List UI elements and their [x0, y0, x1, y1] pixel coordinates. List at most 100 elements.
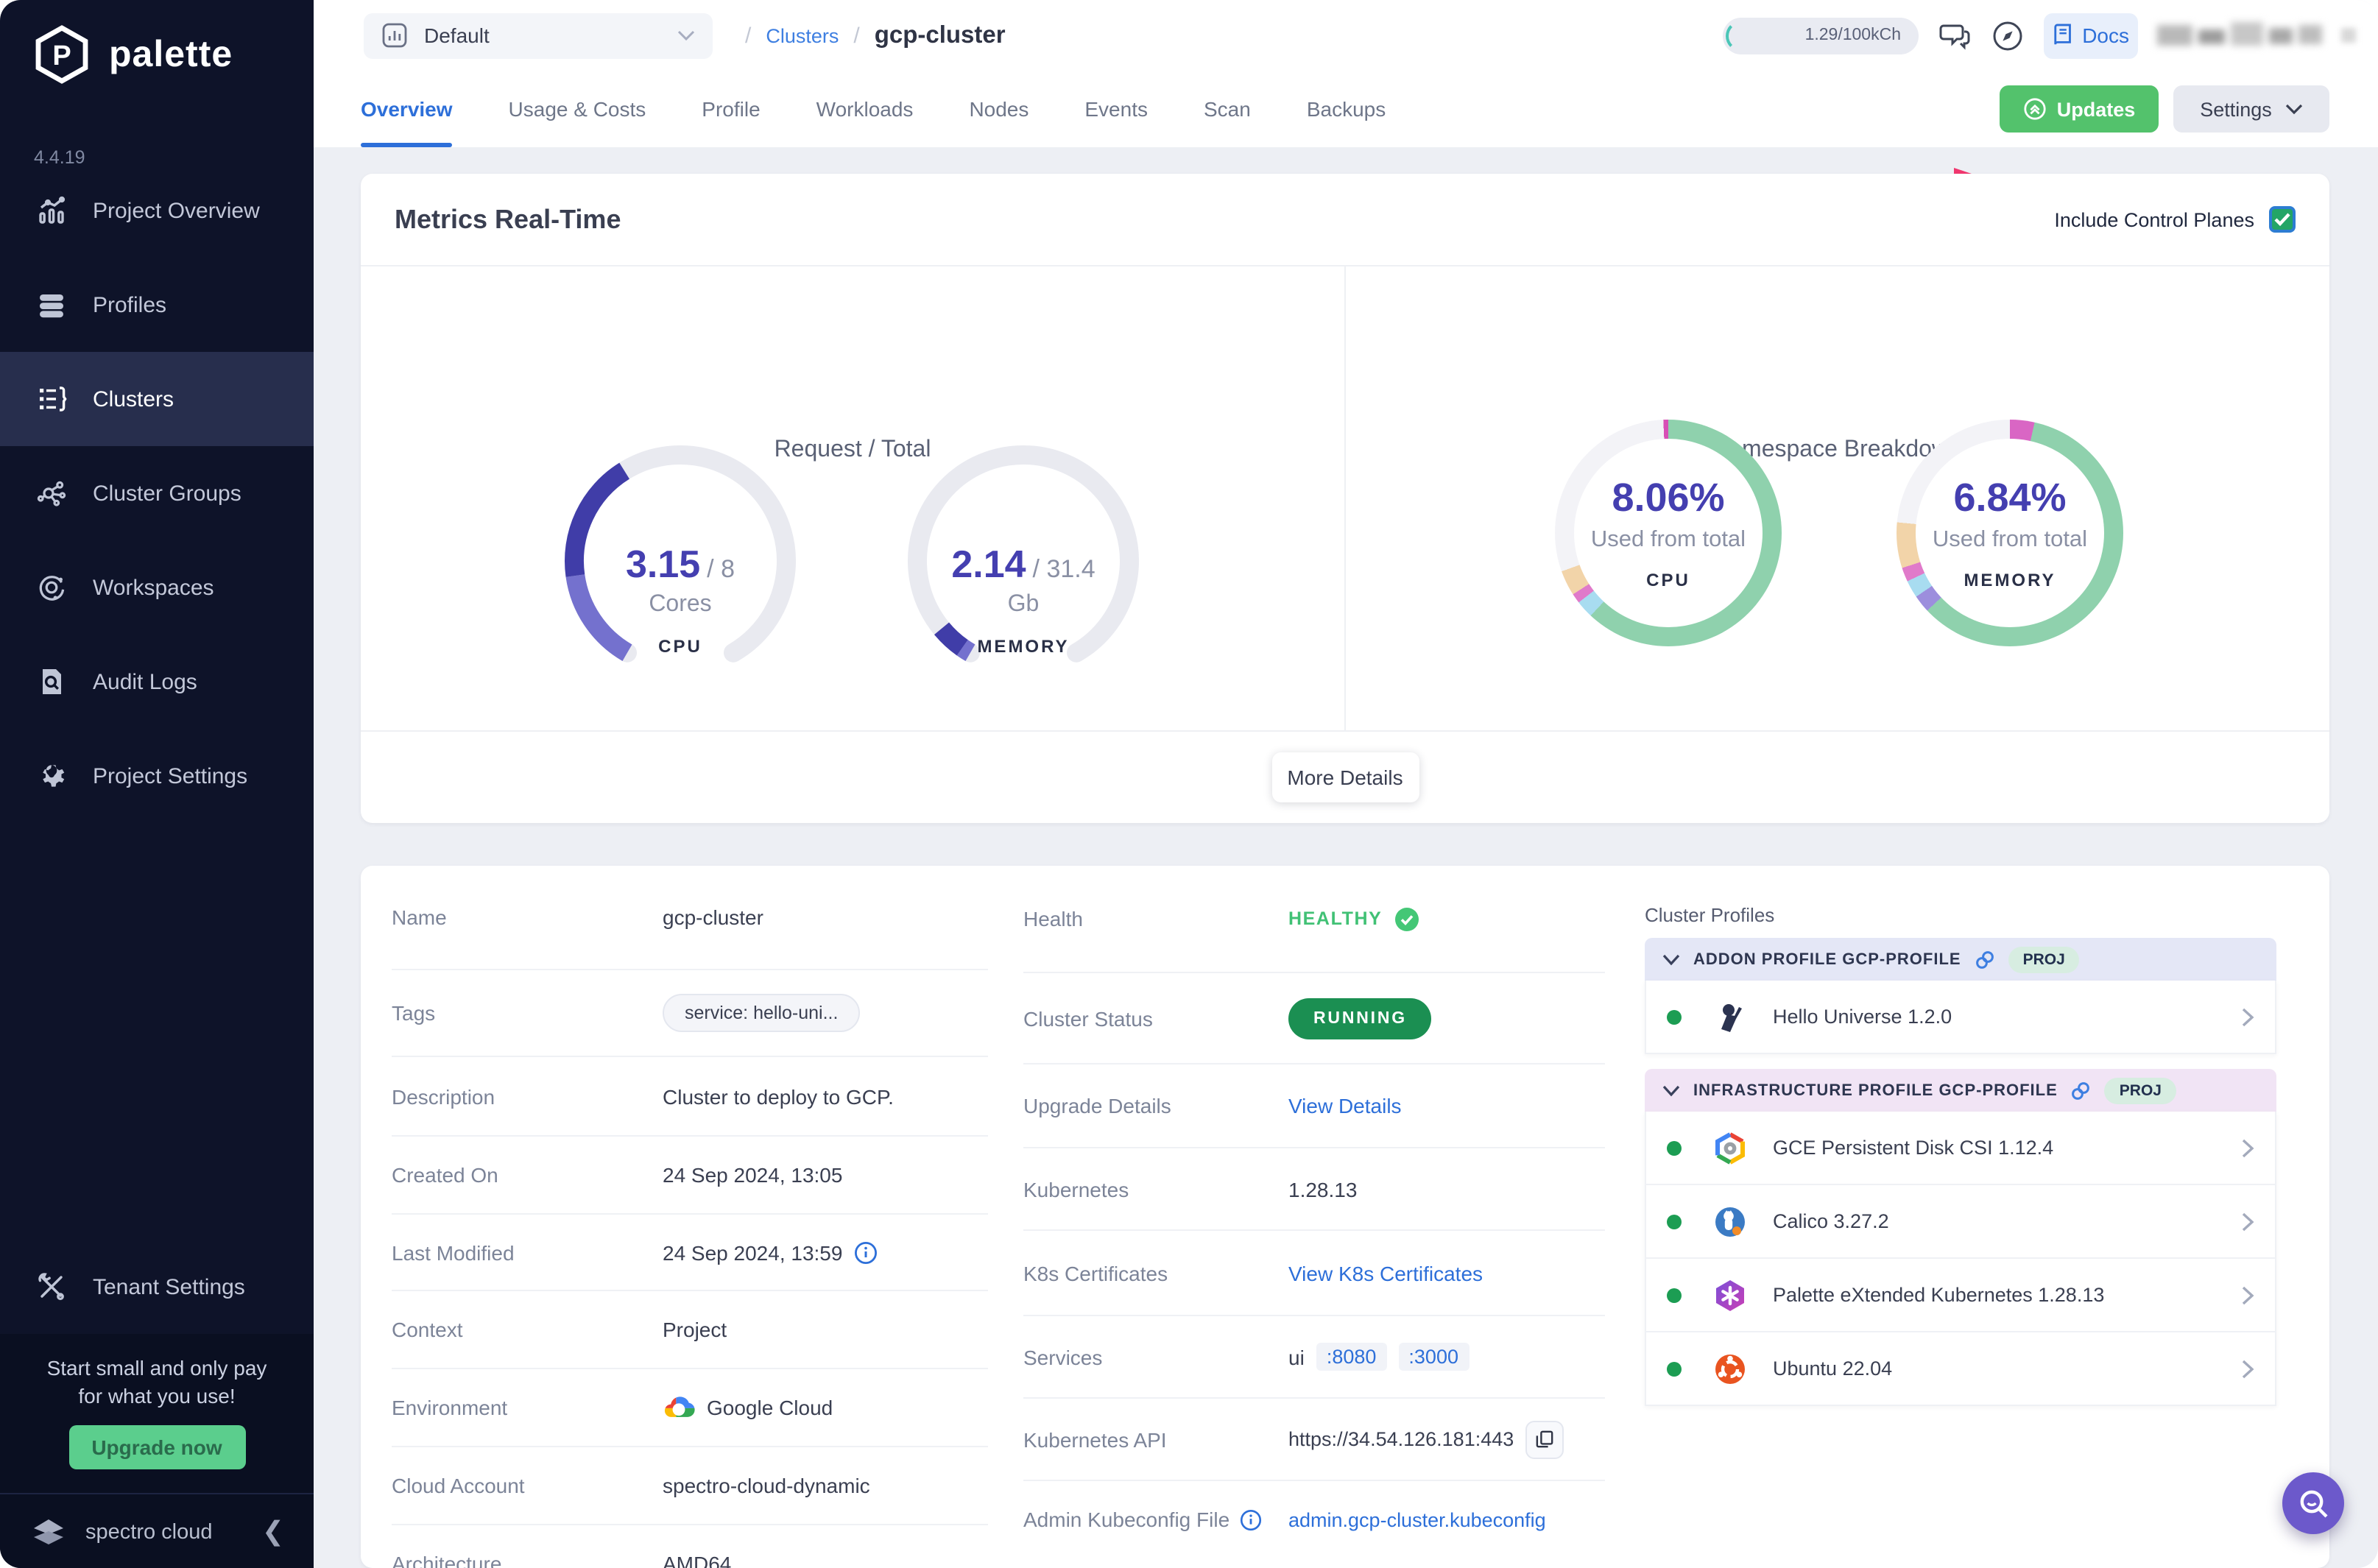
infrastructure-profile-header[interactable]: INFRASTRUCTURE PROFILE GCP-PROFILE PROJ — [1645, 1069, 2276, 1112]
link-icon — [1975, 950, 1994, 968]
user-account-blurred[interactable] — [2157, 16, 2322, 54]
cpu-donut-caption: Used from total — [1590, 527, 1746, 552]
sidebar-item-workspaces[interactable]: Workspaces — [0, 540, 314, 635]
gce-persistent-disk-icon — [1711, 1129, 1749, 1167]
detail-row-kubernetes: Kubernetes 1.28.13 — [1023, 1148, 1605, 1231]
chevron-right-icon — [2242, 1212, 2254, 1231]
status-dot — [1667, 1140, 1682, 1155]
collapse-sidebar-icon[interactable]: ❮ — [262, 1516, 284, 1547]
more-details-button[interactable]: More Details — [1271, 752, 1419, 802]
chevron-right-icon — [2242, 1285, 2254, 1304]
upgrade-now-button[interactable]: Upgrade now — [68, 1425, 245, 1469]
help-beacon-button[interactable] — [2282, 1472, 2344, 1534]
app-window: P palette 4.4.19 Project Overview Profil… — [0, 0, 2378, 1568]
tab-scan[interactable]: Scan — [1204, 97, 1251, 121]
sidebar: P palette 4.4.19 Project Overview Profil… — [0, 0, 314, 1568]
divider — [1344, 266, 1346, 730]
tab-overview[interactable]: Overview — [361, 97, 453, 121]
include-control-planes-checkbox[interactable] — [2269, 206, 2296, 233]
health-status: HEALTHY — [1288, 908, 1383, 929]
calico-icon — [1711, 1202, 1749, 1240]
addon-profile-header[interactable]: ADDON PROFILE GCP-PROFILE PROJ — [1645, 938, 2276, 981]
cluster-profiles-title: Cluster Profiles — [1645, 904, 1775, 926]
sidebar-item-audit-logs[interactable]: Audit Logs — [0, 635, 314, 729]
profile-pack-palette-extended-k8s[interactable]: Palette eXtended Kubernetes 1.28.13 — [1646, 1259, 2275, 1332]
infrastructure-profile-name: INFRASTRUCTURE PROFILE GCP-PROFILE — [1693, 1081, 2058, 1099]
usage-quota-pill[interactable]: 1.29/100kCh — [1723, 17, 1919, 54]
updates-icon — [2024, 98, 2046, 120]
copy-api-button[interactable] — [1525, 1420, 1564, 1458]
detail-row-k8s-certificates: K8s Certificates View K8s Certificates — [1023, 1231, 1605, 1316]
sidebar-item-label: Project Overview — [93, 198, 260, 223]
sidebar-item-project-settings[interactable]: Project Settings — [0, 729, 314, 823]
usage-quota-value: 1.29/100kCh — [1804, 27, 1901, 44]
sidebar-item-clusters[interactable]: Clusters — [0, 352, 314, 446]
profile-pack-gce-disk[interactable]: GCE Persistent Disk CSI 1.12.4 — [1646, 1112, 2275, 1185]
tag-pill[interactable]: service: hello-uni... — [663, 994, 861, 1032]
service-port-3000[interactable]: :3000 — [1398, 1343, 1469, 1371]
updates-label: Updates — [2056, 98, 2136, 120]
usage-progress-icon — [1726, 20, 1757, 51]
view-details-link[interactable]: View Details — [1288, 1094, 1402, 1117]
topbar-right: 1.29/100kCh Docs — [1723, 13, 2356, 58]
google-cloud-icon — [664, 1396, 695, 1417]
tab-profile[interactable]: Profile — [702, 97, 760, 121]
settings-button[interactable]: Settings — [2173, 85, 2329, 133]
memory-donut-label: MEMORY — [1964, 570, 2056, 590]
orbit-icon — [39, 576, 65, 601]
cpu-gauge-value: 3.15 / 8 — [626, 542, 735, 586]
cluster-profiles-panel: Cluster Profiles ADDON PROFILE GCP-PROFI… — [1645, 866, 2276, 1406]
active-tab-indicator — [361, 143, 452, 147]
tab-workloads[interactable]: Workloads — [816, 97, 914, 121]
detail-row-admin-kubeconfig: Admin Kubeconfig File admin.gcp-cluster.… — [1023, 1508, 1546, 1531]
memory-gauge-unit: Gb — [1007, 592, 1040, 617]
view-k8s-certificates-link[interactable]: View K8s Certificates — [1288, 1261, 1483, 1285]
kubeconfig-download-link[interactable]: admin.gcp-cluster.kubeconfig — [1288, 1508, 1546, 1530]
book-icon — [2054, 24, 2071, 45]
details-middle-column: Health HEALTHY Cluster Status RUNNING Up… — [1023, 866, 1605, 1558]
profile-pack-calico[interactable]: Calico 3.27.2 — [1646, 1185, 2275, 1259]
sidebar-item-project-overview[interactable]: Project Overview — [0, 163, 314, 258]
detail-row-context: Context Project — [392, 1291, 988, 1369]
detail-row-architecture: Architecture AMD64 — [392, 1552, 732, 1568]
status-dot — [1667, 1009, 1682, 1024]
svg-text:P: P — [52, 40, 71, 71]
project-selector[interactable]: Default — [364, 13, 713, 58]
info-icon[interactable] — [854, 1240, 878, 1264]
compass-icon[interactable] — [1991, 18, 2025, 52]
brand-logo: P palette — [31, 24, 233, 85]
docs-button[interactable]: Docs — [2044, 13, 2138, 58]
sidebar-item-label: Audit Logs — [93, 669, 197, 694]
tab-events[interactable]: Events — [1084, 97, 1148, 121]
pxk-icon — [1711, 1276, 1749, 1314]
sidebar-item-cluster-groups[interactable]: Cluster Groups — [0, 446, 314, 540]
namespace-cpu-donut: 8.06% Used from total CPU — [1555, 420, 1782, 646]
cpu-gauge-unit: Cores — [649, 592, 712, 617]
audit-log-icon — [43, 669, 61, 694]
project-icon — [382, 23, 407, 48]
detail-row-kubernetes-api: Kubernetes API https://34.54.126.181:443 — [1023, 1399, 1605, 1481]
chevron-down-icon — [677, 30, 695, 41]
memory-donut-caption: Used from total — [1932, 527, 2088, 552]
search-smile-icon — [2299, 1489, 2327, 1517]
user-menu-blurred[interactable] — [2341, 28, 2356, 43]
tab-backups[interactable]: Backups — [1307, 97, 1386, 121]
tab-usage-costs[interactable]: Usage & Costs — [509, 97, 646, 121]
breadcrumb-clusters-link[interactable]: Clusters — [766, 24, 839, 46]
sidebar-item-profiles[interactable]: Profiles — [0, 258, 314, 352]
service-port-8080[interactable]: :8080 — [1316, 1343, 1387, 1371]
updates-button[interactable]: Updates — [2000, 85, 2159, 133]
layers-icon — [40, 294, 63, 318]
detail-row-created-on: Created On 24 Sep 2024, 13:05 — [392, 1137, 988, 1215]
profile-pack-hello-universe[interactable]: Hello Universe 1.2.0 — [1646, 981, 2275, 1053]
include-control-planes: Include Control Planes — [2054, 206, 2296, 233]
info-icon[interactable] — [1240, 1508, 1262, 1530]
chevron-down-icon — [1662, 1084, 1680, 1096]
upgrade-promo: Start small and only pay for what you us… — [0, 1334, 314, 1493]
sidebar-nav: Project Overview Profiles Clusters Clust… — [0, 163, 314, 823]
sidebar-item-tenant-settings[interactable]: Tenant Settings — [0, 1240, 314, 1334]
profile-pack-ubuntu[interactable]: Ubuntu 22.04 — [1646, 1332, 2275, 1405]
tab-nodes[interactable]: Nodes — [969, 97, 1029, 121]
feedback-chat-icon[interactable] — [1938, 18, 1972, 52]
detail-row-environment: Environment Google Cloud — [392, 1369, 988, 1447]
